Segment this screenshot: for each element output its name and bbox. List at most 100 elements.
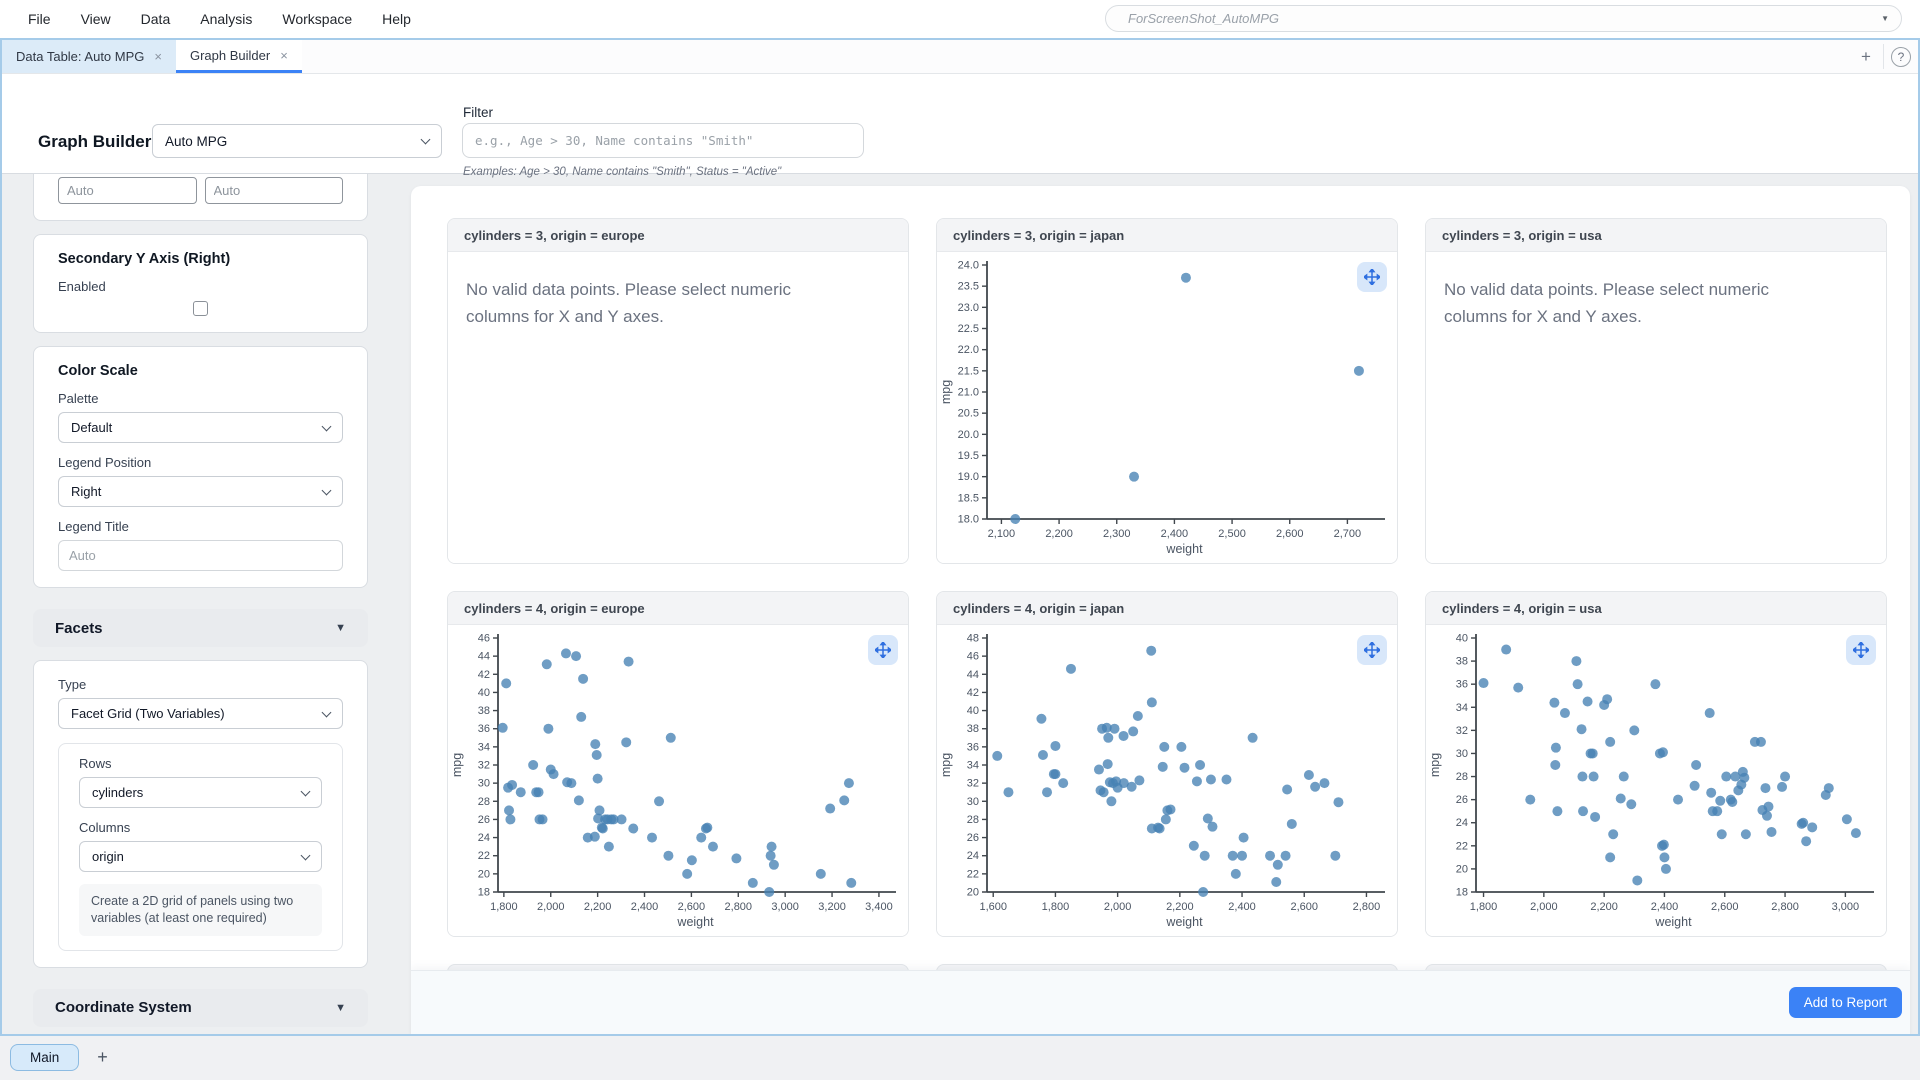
svg-text:26: 26: [967, 832, 979, 844]
legend-position-label: Legend Position: [58, 455, 343, 470]
svg-text:18: 18: [478, 887, 490, 899]
enabled-label: Enabled: [58, 279, 343, 294]
svg-text:22.0: 22.0: [958, 344, 979, 356]
menu-workspace[interactable]: Workspace: [282, 11, 352, 27]
svg-text:28: 28: [967, 814, 979, 826]
coordinate-system-section-header[interactable]: Coordinate System ▼: [33, 989, 368, 1027]
svg-text:28: 28: [478, 796, 490, 808]
svg-text:2,600: 2,600: [678, 901, 706, 913]
svg-text:2,200: 2,200: [1166, 901, 1194, 913]
svg-text:36: 36: [1456, 679, 1468, 691]
move-pan-button[interactable]: [1357, 262, 1387, 292]
legend-title-input[interactable]: [58, 540, 343, 571]
facet-panel-title: cylinders = 4, origin = usa: [1426, 592, 1886, 625]
facet-panel-body: No valid data points. Please select nume…: [448, 252, 908, 564]
scatter-plot[interactable]: 2022242628303234363840424446481,6001,800…: [937, 625, 1397, 937]
tab-data-table[interactable]: Data Table: Auto MPG ×: [2, 40, 176, 73]
scatter-plot[interactable]: 1820222426283032343638404244461,8002,000…: [448, 625, 908, 937]
svg-text:3,000: 3,000: [1832, 901, 1860, 913]
graph-builder-header: Graph Builder Auto MPG Filter Examples: …: [2, 74, 1918, 174]
chevron-down-icon: [322, 707, 332, 717]
svg-text:22: 22: [1456, 840, 1468, 852]
workspace-container: Data Table: Auto MPG × Graph Builder × +…: [0, 38, 1920, 1036]
palette-label: Palette: [58, 391, 343, 406]
add-tab-button[interactable]: +: [1849, 40, 1883, 73]
scatter-plot[interactable]: 18.018.519.019.520.020.521.021.522.022.5…: [937, 252, 1397, 564]
sheet-tab-main[interactable]: Main: [10, 1044, 79, 1071]
svg-text:mpg: mpg: [939, 753, 953, 777]
svg-text:1,800: 1,800: [1042, 901, 1070, 913]
menu-file[interactable]: File: [28, 11, 51, 27]
facet-type-select-value: Facet Grid (Two Variables): [71, 706, 225, 721]
svg-text:34: 34: [1456, 702, 1468, 714]
axis-min-input[interactable]: [58, 177, 197, 204]
move-icon: [1364, 642, 1380, 658]
svg-text:24: 24: [1456, 817, 1468, 829]
help-button[interactable]: ?: [1884, 40, 1918, 73]
facet-columns-select[interactable]: origin: [79, 841, 322, 872]
svg-text:23.5: 23.5: [958, 281, 979, 293]
move-icon: [875, 642, 891, 658]
svg-text:20: 20: [1456, 863, 1468, 875]
tab-bar-spacer: [302, 40, 1849, 73]
facet-panel-body: No valid data points. Please select nume…: [1426, 252, 1886, 564]
move-pan-button[interactable]: [1846, 635, 1876, 665]
chevron-down-icon: [322, 485, 332, 495]
svg-text:20: 20: [478, 868, 490, 880]
menu-view[interactable]: View: [81, 11, 111, 27]
facet-type-select[interactable]: Facet Grid (Two Variables): [58, 698, 343, 729]
filter-examples-hint: Examples: Age > 30, Name contains "Smith…: [463, 166, 781, 178]
axis-max-input[interactable]: [205, 177, 344, 204]
svg-text:23.0: 23.0: [958, 302, 979, 314]
secondary-y-enabled-checkbox[interactable]: [193, 301, 208, 316]
svg-text:44: 44: [478, 651, 490, 663]
svg-text:2,600: 2,600: [1711, 901, 1739, 913]
svg-text:2,400: 2,400: [1228, 901, 1256, 913]
add-sheet-button[interactable]: +: [97, 1047, 108, 1068]
svg-text:2,400: 2,400: [631, 901, 659, 913]
session-name: ForScreenShot_AutoMPG: [1128, 11, 1881, 26]
add-to-report-button[interactable]: Add to Report: [1789, 987, 1902, 1018]
svg-text:40: 40: [1456, 633, 1468, 645]
svg-text:36: 36: [478, 723, 490, 735]
move-pan-button[interactable]: [868, 635, 898, 665]
palette-select[interactable]: Default: [58, 412, 343, 443]
svg-text:2,300: 2,300: [1103, 528, 1131, 540]
svg-text:2,800: 2,800: [1353, 901, 1381, 913]
checkbox-row: [58, 301, 343, 316]
collapse-icon: ▼: [335, 622, 346, 634]
menu-bar: File View Data Analysis Workspace Help F…: [0, 0, 1920, 38]
menu-analysis[interactable]: Analysis: [200, 11, 252, 27]
dataset-select[interactable]: Auto MPG: [152, 124, 442, 158]
move-pan-button[interactable]: [1357, 635, 1387, 665]
tab-graph-builder[interactable]: Graph Builder ×: [176, 40, 302, 73]
filter-input[interactable]: [462, 123, 864, 158]
svg-text:3,400: 3,400: [865, 901, 893, 913]
close-icon[interactable]: ×: [280, 48, 288, 63]
facet-rows-label: Rows: [79, 756, 322, 771]
facet-panel-cyl3-europe: cylinders = 3, origin = europe No valid …: [447, 218, 909, 564]
session-name-dropdown[interactable]: ForScreenShot_AutoMPG ▼: [1105, 5, 1902, 32]
svg-text:26: 26: [1456, 794, 1468, 806]
svg-text:2,000: 2,000: [537, 901, 565, 913]
facet-rows-select[interactable]: cylinders: [79, 777, 322, 808]
move-icon: [1853, 642, 1869, 658]
legend-position-select[interactable]: Right: [58, 476, 343, 507]
menu-data[interactable]: Data: [141, 11, 171, 27]
scatter-plot[interactable]: 1820222426283032343638401,8002,0002,2002…: [1426, 625, 1886, 937]
help-icon: ?: [1891, 47, 1911, 67]
svg-text:38: 38: [1456, 656, 1468, 668]
facets-section-header[interactable]: Facets ▼: [33, 609, 368, 647]
facet-panel-cyl4-japan: cylinders = 4, origin = japan 2022242628…: [936, 591, 1398, 937]
tab-label: Graph Builder: [190, 48, 270, 63]
svg-text:2,600: 2,600: [1276, 528, 1304, 540]
legend-title-label: Legend Title: [58, 519, 343, 534]
close-icon[interactable]: ×: [154, 49, 162, 64]
facet-hint: Create a 2D grid of panels using two var…: [79, 884, 322, 936]
svg-text:1,600: 1,600: [979, 901, 1007, 913]
content-body: Secondary Y Axis (Right) Enabled Color S…: [2, 174, 1918, 1034]
facet-panel-title: cylinders = 4, origin = japan: [937, 592, 1397, 625]
menu-help[interactable]: Help: [382, 11, 411, 27]
svg-text:32: 32: [478, 760, 490, 772]
svg-text:1,800: 1,800: [1470, 901, 1498, 913]
